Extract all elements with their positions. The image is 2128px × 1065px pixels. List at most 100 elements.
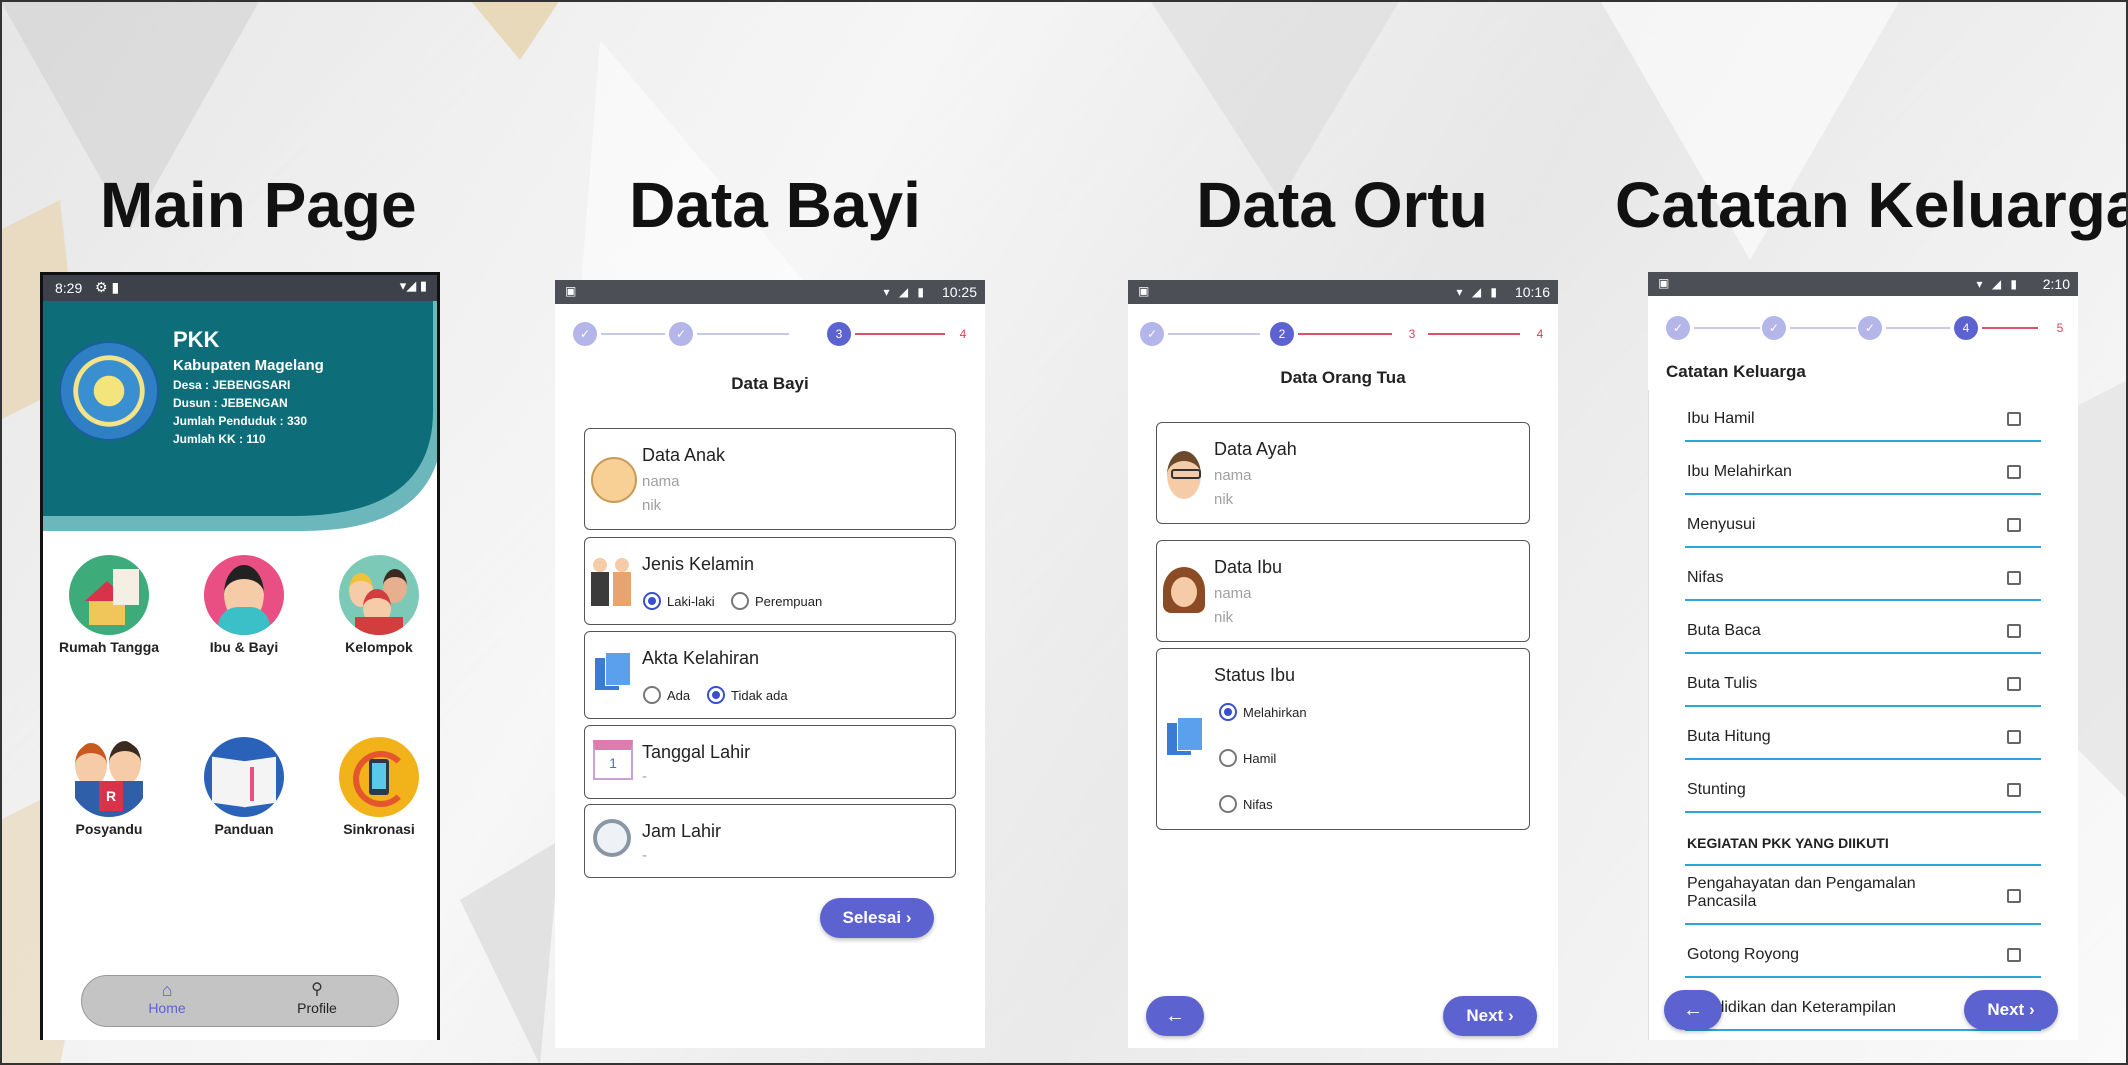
item-label: Ibu Hamil [1687, 410, 1755, 427]
menu-label: Rumah Tangga [58, 639, 160, 655]
checkbox[interactable] [2007, 677, 2021, 691]
form-title: Data Bayi [731, 374, 809, 393]
house-icon [69, 555, 149, 635]
item-label: Buta Hitung [1687, 728, 1771, 745]
radio-label: Tidak ada [731, 688, 788, 703]
status-bar: ▣ ▾ ◢ ▮ 10:16 [1128, 280, 1558, 304]
next-button[interactable]: Next › [1443, 996, 1537, 1036]
home-icon: ⌂ [161, 980, 173, 1000]
checkbox[interactable] [2007, 624, 2021, 638]
nav-profile-label: Profile [297, 1000, 337, 1016]
jam-lahir-card[interactable]: Jam Lahir - [584, 804, 956, 878]
radio-label: Nifas [1243, 797, 1273, 812]
card-title: Status Ibu [1214, 665, 1296, 685]
kabupaten: Kabupaten Magelang [173, 357, 324, 374]
checkbox[interactable] [2007, 571, 2021, 585]
document-icon [595, 652, 631, 696]
checklist-item[interactable]: Pengahayatan dan Pengamalan Pancasila [1685, 867, 2041, 925]
data-ibu-card[interactable]: Data Ibu nama nik [1156, 540, 1530, 642]
item-label: Stunting [1687, 781, 1746, 798]
desa: Desa : JEBENGSARI [173, 378, 291, 392]
status-time: 10:16 [1514, 284, 1550, 300]
image-icon: ▣ [1658, 276, 1670, 290]
step-1: ✓ [573, 322, 597, 346]
checklist-item[interactable]: Buta Baca [1685, 602, 2041, 654]
form-title: Data Orang Tua [1280, 368, 1406, 387]
nama-placeholder: nama [642, 473, 680, 490]
document-icon [1167, 717, 1203, 761]
main-page-screen: 8:29 ⚙ ▮ ▾◢ ▮ PKK Kabupaten Magelang Des… [40, 272, 440, 1040]
radio-nifas[interactable] [1219, 795, 1237, 813]
data-ayah-card[interactable]: Data Ayah nama nik [1156, 422, 1530, 524]
item-label: Pengahayatan dan Pengamalan Pancasila [1687, 875, 1916, 910]
back-button[interactable]: ← [1664, 990, 1722, 1030]
signal-icon: ▾ ◢ ▮ [1456, 285, 1500, 299]
step-3: 3 [1408, 327, 1416, 341]
pkk-logo [59, 341, 159, 441]
next-label: Next [1987, 1000, 2025, 1019]
checkbox[interactable] [2007, 412, 2021, 426]
radio-laki-laki[interactable] [643, 592, 661, 610]
radio-melahirkan[interactable] [1219, 703, 1237, 721]
tanggal-lahir-card[interactable]: 1 Tanggal Lahir - [584, 725, 956, 799]
checklist-item[interactable]: Buta Tulis [1685, 655, 2041, 707]
jumlah-penduduk: Jumlah Penduduk : 330 [173, 414, 308, 428]
nav-profile[interactable]: ⚲ Profile [272, 980, 362, 1024]
jenis-kelamin-card: Jenis Kelamin Laki-laki Perempuan [584, 537, 956, 625]
checkbox[interactable] [2007, 518, 2021, 532]
settings-icon: ⚙ ▮ [95, 279, 120, 295]
signal-icon: ▾ ◢ ▮ [883, 285, 927, 299]
checkbox[interactable] [2007, 465, 2021, 479]
nav-home[interactable]: ⌂ Home [122, 980, 212, 1024]
checklist-item[interactable]: Ibu Melahirkan [1685, 443, 2041, 495]
arrow-left-icon: ← [1165, 1005, 1185, 1027]
radio-perempuan[interactable] [731, 592, 749, 610]
checklist-item[interactable]: Nifas [1685, 549, 2041, 601]
selesai-button[interactable]: Selesai › [820, 898, 934, 938]
card-title: Tanggal Lahir [642, 742, 751, 762]
catatan-keluarga-screen: ▣ ▾ ◢ ▮ 2:10 ✓ ✓ ✓ 4 5 Catatan Keluarga … [1648, 272, 2078, 1040]
status-time: 8:29 [55, 280, 83, 296]
data-anak-card[interactable]: Data Anak nama nik [584, 428, 956, 530]
step-4: 4 [1536, 327, 1544, 341]
item-label: Nifas [1687, 569, 1724, 586]
radio-hamil[interactable] [1219, 749, 1237, 767]
nama-placeholder: nama [1214, 467, 1252, 484]
step-2: ✓ [1762, 316, 1786, 340]
jumlah-kk: Jumlah KK : 110 [173, 432, 266, 446]
checkbox[interactable] [2007, 730, 2021, 744]
back-button[interactable]: ← [1146, 996, 1204, 1036]
checkbox[interactable] [2007, 948, 2021, 962]
radio-ada[interactable] [643, 686, 661, 704]
radio-tidak-ada[interactable] [707, 686, 725, 704]
nama-placeholder: nama [1214, 585, 1252, 602]
item-label: Buta Baca [1687, 622, 1761, 639]
radio-label: Perempuan [755, 594, 823, 609]
checklist-item[interactable]: Menyusui [1685, 496, 2041, 548]
clock-icon [593, 819, 631, 857]
checklist-item[interactable]: Ibu Hamil [1685, 390, 2041, 442]
checkbox[interactable] [2007, 783, 2021, 797]
couple-icon [591, 558, 635, 606]
step-4: 4 [959, 327, 967, 341]
item-label: Gotong Royong [1687, 946, 1800, 963]
next-button[interactable]: Next › [1964, 990, 2058, 1030]
menu-label: Sinkronasi [343, 821, 415, 837]
bottom-nav: ⌂ Home ⚲ Profile [81, 975, 399, 1027]
section-heading: KEGIATAN PKK YANG DIIKUTI [1685, 814, 2041, 866]
checkbox[interactable] [2007, 889, 2021, 903]
signal-icon: ▾◢ ▮ [399, 278, 427, 293]
menu-label: Posyandu [75, 821, 143, 837]
nav-home-label: Home [148, 1000, 186, 1016]
status-bar: ▣ ▾ ◢ ▮ 10:25 [555, 280, 985, 304]
card-title: Jam Lahir [642, 821, 722, 841]
posyandu-icon: R [69, 737, 149, 817]
step-1: ✓ [1140, 322, 1164, 346]
checklist-item[interactable]: Gotong Royong [1685, 926, 2041, 978]
checklist-item[interactable]: Buta Hitung [1685, 708, 2041, 760]
checklist-item[interactable]: Stunting [1685, 761, 2041, 813]
signal-icon: ▾ ◢ ▮ [1976, 277, 2020, 291]
father-icon [1165, 451, 1203, 499]
card-title: Data Ayah [1214, 439, 1297, 459]
radio-label: Laki-laki [667, 594, 715, 609]
